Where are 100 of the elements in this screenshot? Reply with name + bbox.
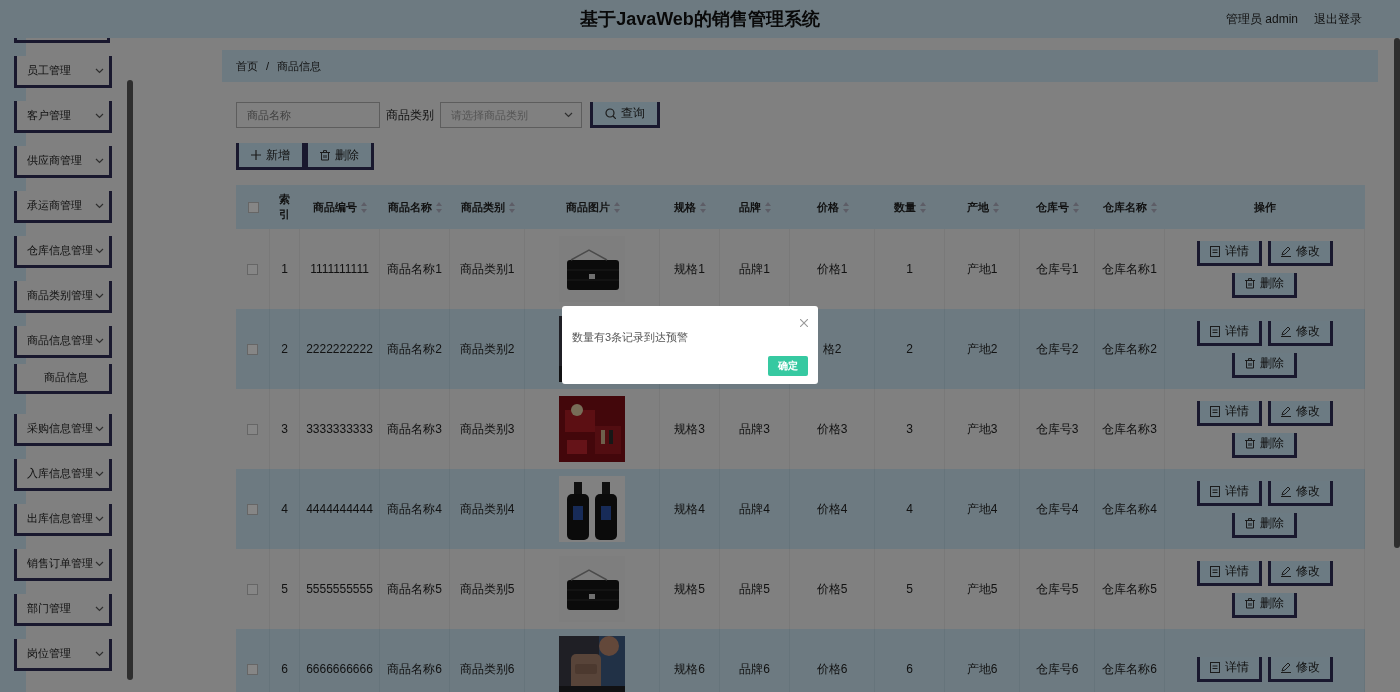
table-cell: 2 (281, 342, 288, 356)
trash-icon (320, 149, 330, 161)
menu-item[interactable]: 仓库信息管理 (14, 236, 112, 268)
delete-button[interactable]: 删除 (1232, 352, 1297, 378)
trash-icon (1245, 518, 1255, 529)
menu-item[interactable]: 承运商管理 (14, 191, 112, 223)
details-button[interactable]: 详情 (1196, 480, 1262, 506)
table-cell: 品牌1 (739, 260, 770, 278)
trash-icon (1245, 278, 1255, 289)
menu-item[interactable]: 供应商管理 (14, 146, 112, 178)
table-cell: 仓库名称3 (1102, 420, 1157, 438)
table-cell: 商品名称5 (387, 580, 442, 598)
document-icon (1209, 246, 1220, 257)
add-button[interactable]: 新增 (236, 143, 305, 170)
row-checkbox[interactable] (247, 343, 258, 355)
menu-item[interactable]: 商品信息管理 (14, 326, 112, 358)
table-cell: 1 (281, 262, 288, 276)
edit-button[interactable]: 修改 (1267, 560, 1333, 586)
column-header[interactable]: 价格 (816, 199, 849, 215)
menu-item[interactable]: 部门管理 (14, 594, 112, 626)
pencil-icon (1280, 406, 1291, 417)
delete-button[interactable]: 删除 (1232, 272, 1297, 298)
edit-button[interactable]: 修改 (1267, 656, 1333, 682)
column-header: 索引 (278, 191, 291, 222)
sort-icon (765, 201, 771, 213)
delete-button[interactable]: 删除 (1232, 432, 1297, 458)
menu-item[interactable]: 客户管理 (14, 101, 112, 133)
table-cell: 4 (906, 502, 913, 516)
column-header[interactable]: 规格 (674, 199, 706, 215)
table-cell: 仓库号1 (1035, 260, 1079, 278)
column-header[interactable]: 商品图片 (565, 199, 620, 215)
column-header[interactable]: 仓库号 (1036, 199, 1079, 215)
chevron-icon (95, 515, 104, 522)
column-header[interactable]: 商品编号 (313, 199, 367, 215)
menu-item[interactable]: 采购信息管理 (14, 414, 112, 446)
breadcrumb-item[interactable]: 商品信息 (277, 58, 322, 74)
sort-icon (361, 201, 367, 213)
menu-item[interactable]: 出库信息管理 (14, 504, 112, 536)
document-icon (1209, 406, 1220, 417)
menu-item[interactable]: 销售订单管理 (14, 549, 112, 581)
table-cell: 4444444444 (306, 502, 373, 516)
close-icon[interactable] (800, 319, 808, 327)
column-header[interactable]: 产地 (966, 199, 999, 215)
menu-item[interactable]: 入库信息管理 (14, 459, 112, 491)
table-cell: 4 (281, 502, 288, 516)
search-button[interactable]: 查询 (590, 102, 660, 128)
menu-item[interactable]: 岗位管理 (14, 639, 112, 671)
table-cell: 仓库名称4 (1102, 500, 1157, 518)
table-cell: 品牌6 (739, 660, 770, 678)
edit-button[interactable]: 修改 (1267, 240, 1333, 266)
details-button[interactable]: 详情 (1196, 240, 1262, 266)
table-cell: 商品名称2 (387, 340, 442, 358)
edit-button[interactable]: 修改 (1267, 400, 1333, 426)
table-cell: 商品名称1 (387, 260, 442, 278)
menu-item[interactable]: 员工管理 (14, 56, 112, 88)
details-button[interactable]: 详情 (1196, 400, 1262, 426)
column-header[interactable]: 仓库名称 (1103, 199, 1157, 215)
select-all-checkbox[interactable] (247, 201, 259, 213)
logout-link[interactable]: 退出登录 (1314, 10, 1362, 28)
table-cell: 品牌5 (739, 580, 770, 598)
table-cell: 6 (906, 662, 913, 676)
table-cell: 仓库名称6 (1102, 660, 1157, 678)
sort-icon (436, 201, 442, 213)
edit-button[interactable]: 修改 (1267, 480, 1333, 506)
table-cell: 产地5 (966, 580, 998, 598)
row-checkbox[interactable] (247, 663, 258, 675)
menu-item[interactable]: 商品类别管理 (14, 281, 112, 313)
chevron-icon (95, 112, 104, 119)
table-cell: 价格3 (816, 420, 848, 438)
dialog-message: 数量有3条记录到达预警 (572, 330, 690, 345)
chevron-icon (95, 605, 104, 612)
breadcrumb-item[interactable]: 首页 (236, 58, 258, 74)
column-header[interactable]: 商品名称 (388, 199, 442, 215)
sort-icon (700, 201, 706, 213)
row-checkbox[interactable] (247, 423, 258, 435)
edit-button[interactable]: 修改 (1267, 320, 1333, 346)
menu-item[interactable]: 商品信息 (14, 364, 112, 394)
delete-button[interactable]: 删除 (305, 143, 374, 170)
table-cell: 商品类别4 (459, 500, 515, 518)
table-cell: 规格3 (674, 420, 705, 438)
row-checkbox[interactable] (247, 583, 258, 595)
column-header[interactable]: 品牌 (739, 199, 771, 215)
table-cell: 商品类别6 (459, 660, 515, 678)
table-cell: 商品类别1 (459, 260, 515, 278)
table-cell: 仓库号2 (1035, 340, 1079, 358)
row-checkbox[interactable] (247, 263, 258, 275)
document-icon (1209, 326, 1220, 337)
chevron-icon (95, 202, 104, 209)
breadcrumb-separator: / (266, 60, 270, 72)
table-cell: 价格1 (816, 260, 848, 278)
delete-button[interactable]: 删除 (1232, 592, 1297, 618)
column-header[interactable]: 商品类别 (460, 199, 515, 215)
details-button[interactable]: 详情 (1196, 320, 1262, 346)
column-header[interactable]: 数量 (894, 199, 926, 215)
delete-button[interactable]: 删除 (1232, 512, 1297, 538)
row-checkbox[interactable] (247, 503, 258, 515)
sort-icon (613, 201, 620, 213)
details-button[interactable]: 详情 (1196, 560, 1262, 586)
table-cell: 商品名称3 (387, 420, 442, 438)
details-button[interactable]: 详情 (1196, 656, 1262, 682)
